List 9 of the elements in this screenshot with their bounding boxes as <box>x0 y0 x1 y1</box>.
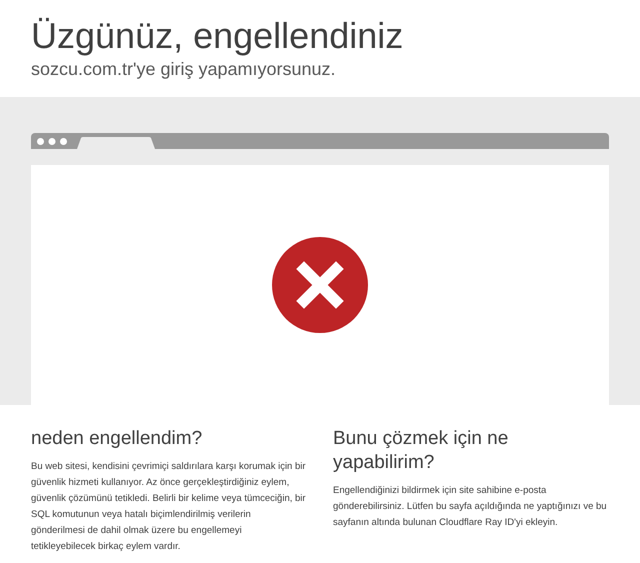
page-title: Üzgünüz, engellendiniz <box>31 14 404 58</box>
window-dots-icon <box>37 138 68 145</box>
section-text: Bu web sitesi, kendisini çevrimiçi saldırılara karşı korumak için bir güvenlik hizmeti kullanıyor. Az önce gerçekleştirdiğiniz eylem, güvenlik çözümünü tetikledi. Belirli bir kelime veya tümceciğin, bir SQL komutunun veya hatalı biçimlendirilmiş verilerin gönderilmesi de dahil olmak üzere bu engellemeyi tetikleyebilecek birkaç eylem vardır. <box>31 460 307 554</box>
section-heading: neden engellendim? <box>31 427 204 451</box>
section-heading: Bunu çözmek için ne yapabilirim? <box>333 427 510 475</box>
section-text: Engellendiğinizi bildirmek için site sahibine e-posta gönderebilirsiniz. Lütfen bu sayfa açıldığında ne yaptığınızı ve bu sayfanın altında bulunan Cloudflare Ray ID'yi ekleyin. <box>333 484 608 530</box>
browser-tab-icon <box>77 137 155 149</box>
error-x-icon <box>272 237 368 333</box>
page-subtitle: sozcu.com.tr'ye giriş yapamıyorsunuz. <box>31 58 337 80</box>
